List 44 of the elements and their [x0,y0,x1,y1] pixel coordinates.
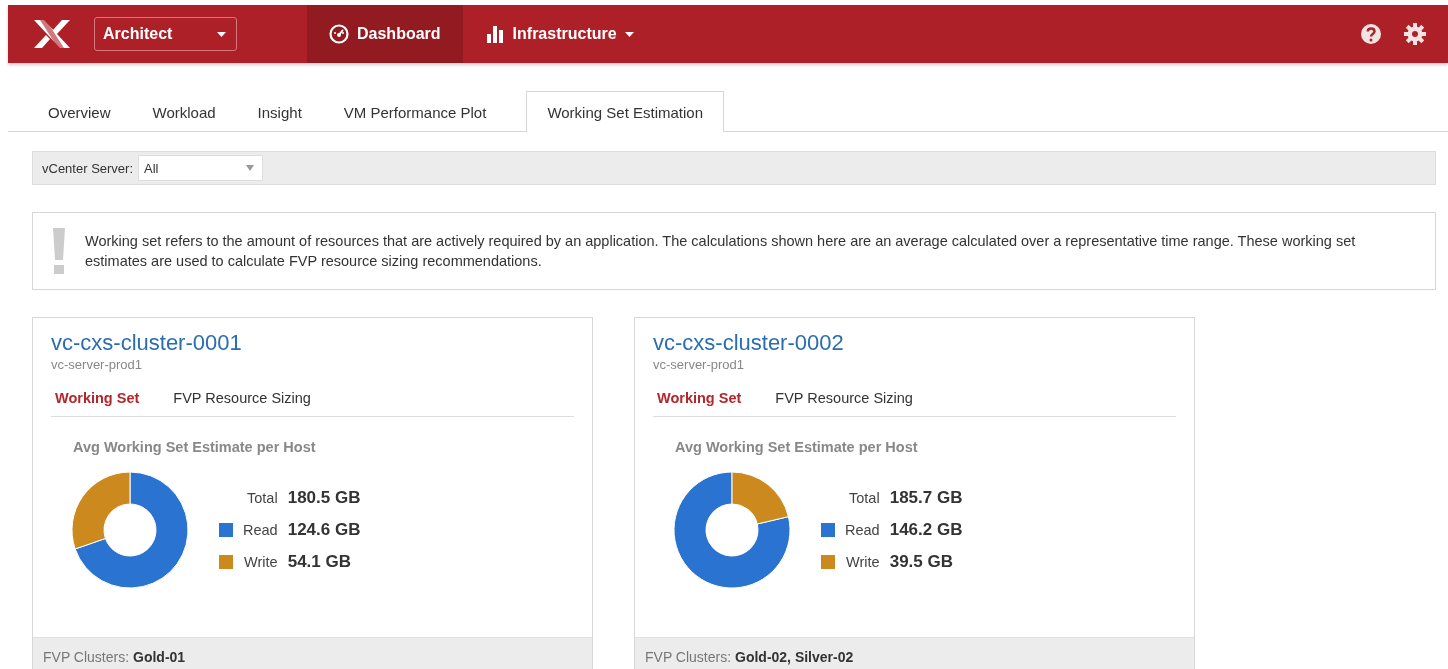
legend-label: Read [243,522,278,538]
footer-text: FVP Clusters: Gold-01 [43,649,186,665]
legend-label: Write [244,554,278,570]
nav-item[interactable]: Infrastructure [462,5,656,63]
legend-label: Total [849,490,880,506]
product-dropdown[interactable]: Architect [94,17,237,51]
cluster-link[interactable]: vc-cxs-cluster-0002 [653,330,844,356]
filter-label: vCenter Server: [42,160,134,176]
legend-value: 185.7 GB [889,488,963,508]
legend-label: Read [845,522,880,538]
caret-icon [217,31,226,37]
caret-icon [246,165,255,171]
server-name: vc-server-prod1 [51,357,144,372]
info-text: Working set refers to the amount of resources that are actively required by an application. The calculations shown here are an average calculated over a representative time range. These working set estimates are used to calculate FVP resource sizing recommendations. [85,232,1357,271]
card-tab[interactable]: FVP Resource Sizing [775,390,913,406]
card-tab[interactable]: Working Set [657,390,742,406]
tab[interactable]: Overview [27,91,132,132]
footer-text: FVP Clusters: Gold-02, Silver-02 [645,649,854,665]
gauge-icon [329,24,349,44]
card-tab[interactable]: FVP Resource Sizing [173,390,311,406]
bar-chart-icon [484,24,505,44]
legend-value: 39.5 GB [889,552,954,572]
legend-value: 124.6 GB [287,520,361,540]
legend-value: 180.5 GB [287,488,361,508]
tab[interactable]: VM Performance Plot [322,91,508,132]
tab[interactable]: Insight [236,91,323,132]
card-tab[interactable]: Working Set [55,390,140,406]
caret-icon [624,31,634,37]
legend-label: Total [247,490,278,506]
tab[interactable]: Workload [131,91,237,132]
chart-title: Avg Working Set Estimate per Host [73,439,317,455]
help-icon[interactable] [1360,23,1382,45]
cluster-link[interactable]: vc-cxs-cluster-0001 [51,330,242,356]
settings-icon[interactable] [1404,23,1426,45]
exclamation-icon [53,228,65,274]
legend-value: 146.2 GB [889,520,963,540]
server-dropdown[interactable]: All [138,155,264,181]
tab[interactable]: Working Set Estimation [526,91,724,132]
legend-label: Write [846,554,880,570]
chart-title: Avg Working Set Estimate per Host [675,439,919,455]
legend-value: 54.1 GB [287,552,352,572]
server-name: vc-server-prod1 [653,357,746,372]
logo-icon [32,19,72,49]
nav-item[interactable]: Dashboard [307,5,463,63]
